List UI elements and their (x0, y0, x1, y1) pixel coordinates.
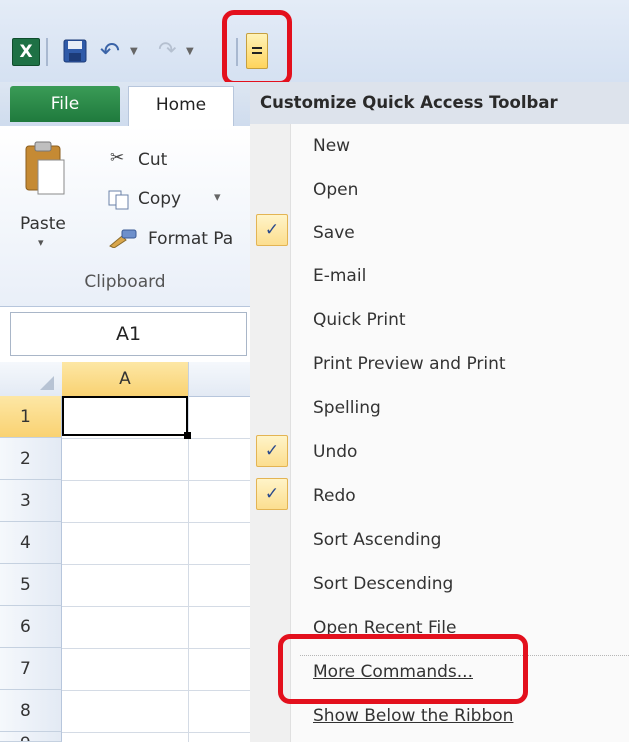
checkmark-icon: ✓ (256, 478, 288, 510)
menu-item-print-preview[interactable]: Print Preview and Print (313, 354, 506, 374)
grid-line (188, 396, 189, 742)
annotation-highlight-customize (222, 10, 292, 86)
name-box[interactable]: A1 (10, 312, 247, 356)
menu-item-new[interactable]: New (313, 136, 350, 156)
tab-file[interactable]: File (10, 86, 120, 122)
row-header[interactable]: 7 (0, 648, 62, 690)
cut-button[interactable]: Cut (138, 150, 167, 170)
select-all-corner[interactable] (0, 362, 63, 397)
menu-title: Customize Quick Access Toolbar (250, 82, 629, 124)
checkmark-icon: ✓ (256, 435, 288, 467)
redo-dropdown-icon[interactable]: ▼ (186, 46, 194, 57)
column-header-b[interactable] (189, 362, 251, 397)
toolbar-separator (46, 38, 48, 66)
copy-button[interactable]: Copy (138, 189, 181, 209)
menu-item-open[interactable]: Open (313, 180, 358, 200)
grid-line (62, 522, 250, 523)
format-painter-icon (109, 229, 137, 248)
row-header[interactable]: 9 (0, 732, 62, 742)
fill-handle[interactable] (184, 432, 191, 439)
row-header[interactable]: 3 (0, 480, 62, 522)
menu-item-sort-ascending[interactable]: Sort Ascending (313, 530, 441, 550)
annotation-highlight-more-commands (278, 634, 528, 704)
copy-dropdown-icon[interactable]: ▾ (214, 190, 221, 205)
menu-item-sort-descending[interactable]: Sort Descending (313, 574, 453, 594)
grid-line (62, 564, 250, 565)
quick-access-toolbar (0, 0, 629, 82)
row-header[interactable]: 1 (0, 396, 62, 438)
paste-icon[interactable] (22, 140, 66, 196)
grid-line (62, 732, 250, 733)
paste-label[interactable]: Paste (20, 214, 66, 234)
copy-icon (108, 190, 129, 210)
column-header-a[interactable]: A (62, 362, 189, 397)
active-cell-a1[interactable] (62, 396, 188, 436)
menu-item-quick-print[interactable]: Quick Print (313, 310, 406, 330)
menu-item-redo[interactable]: Redo (313, 486, 356, 506)
redo-icon[interactable]: ↷ (158, 38, 184, 64)
row-header[interactable]: 6 (0, 606, 62, 648)
undo-dropdown-icon[interactable]: ▼ (130, 46, 138, 57)
tab-home[interactable]: Home (128, 86, 234, 127)
menu-item-save[interactable]: Save (313, 223, 355, 243)
grid-line (62, 648, 250, 649)
grid-line (62, 438, 250, 439)
save-icon[interactable] (62, 38, 88, 64)
paste-dropdown-icon[interactable]: ▾ (38, 236, 44, 249)
row-header[interactable]: 2 (0, 438, 62, 480)
menu-item-show-below-ribbon[interactable]: Show Below the Ribbon (313, 706, 513, 726)
row-header[interactable]: 5 (0, 564, 62, 606)
menu-item-email[interactable]: E-mail (313, 266, 366, 286)
grid-line (62, 606, 250, 607)
undo-icon[interactable]: ↶ (100, 38, 126, 64)
grid-line (62, 690, 250, 691)
row-header[interactable]: 4 (0, 522, 62, 564)
grid-line (62, 480, 250, 481)
menu-item-undo[interactable]: Undo (313, 442, 357, 462)
menu-item-spelling[interactable]: Spelling (313, 398, 381, 418)
row-header[interactable]: 8 (0, 690, 62, 732)
checkmark-icon: ✓ (256, 214, 288, 246)
excel-icon: X (12, 38, 40, 66)
format-painter-button[interactable]: Format Pa (148, 229, 233, 249)
clipboard-group-label: Clipboard (84, 272, 166, 292)
scissors-icon: ✂ (110, 148, 125, 168)
